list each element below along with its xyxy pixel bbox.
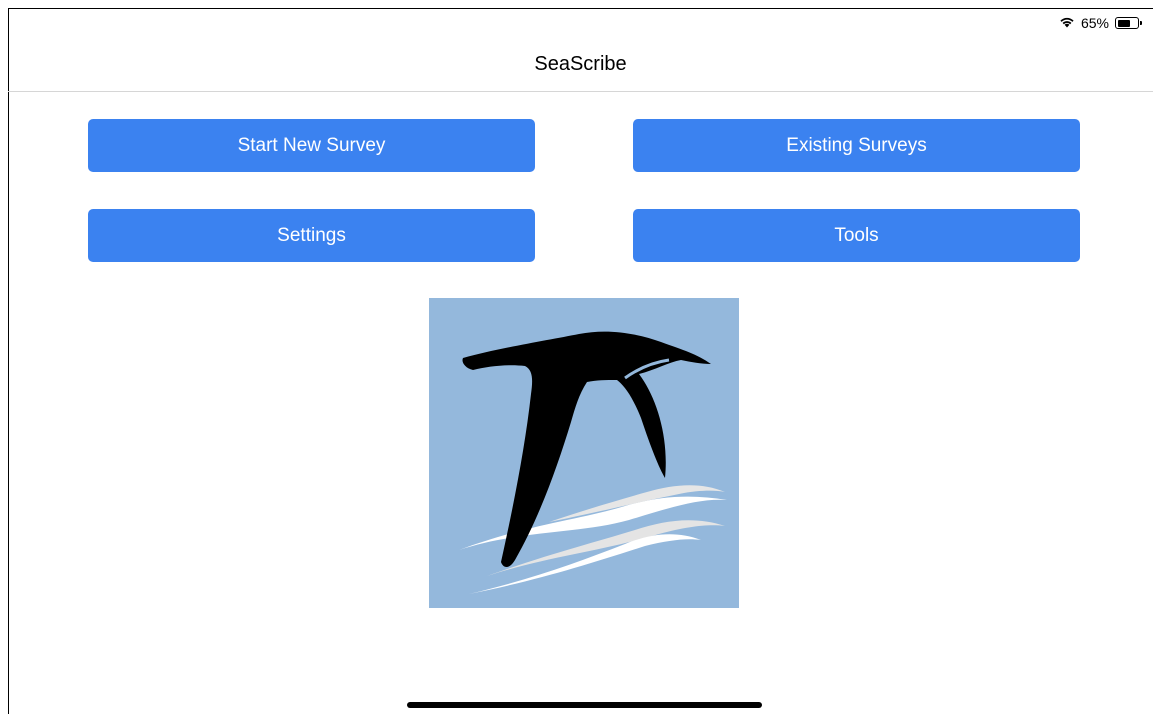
page-title: SeaScribe	[534, 53, 627, 75]
status-indicators: 65%	[1059, 15, 1142, 31]
tools-button[interactable]: Tools	[633, 209, 1080, 262]
battery-percent: 65%	[1080, 15, 1109, 31]
existing-surveys-button[interactable]: Existing Surveys	[633, 119, 1080, 172]
home-indicator[interactable]	[407, 702, 762, 708]
battery-fill	[1117, 19, 1130, 27]
settings-button[interactable]: Settings	[88, 209, 535, 262]
status-bar: 65%	[8, 8, 1153, 38]
navigation-bar: SeaScribe	[8, 38, 1153, 92]
battery-icon	[1115, 17, 1142, 29]
seabird-logo	[429, 298, 739, 608]
start-new-survey-button[interactable]: Start New Survey	[88, 119, 535, 172]
battery-tip	[1140, 21, 1142, 25]
wifi-icon	[1059, 15, 1075, 31]
